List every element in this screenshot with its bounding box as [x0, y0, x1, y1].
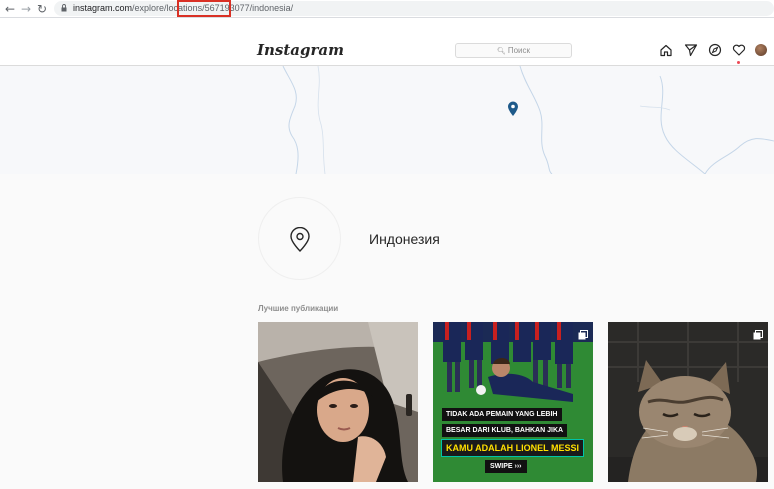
browser-toolbar: ← → ↻ instagram.com/explore/locations/56…	[0, 0, 774, 18]
search-input[interactable]: 🔍︎ Поиск	[455, 43, 572, 58]
multi-post-icon	[753, 327, 763, 340]
post-caption-line-2: BESAR DARI KLUB, BAHKAN JIKA	[442, 424, 568, 437]
avatar[interactable]	[755, 44, 767, 56]
location-name: Индонезия	[369, 231, 440, 247]
selfie-photo	[258, 322, 418, 482]
arrow-left-icon[interactable]: ←	[3, 2, 17, 16]
multi-post-icon	[578, 327, 588, 340]
map-pin-icon[interactable]	[507, 101, 519, 117]
address-bar[interactable]: instagram.com/explore/locations/56719307…	[54, 1, 774, 16]
swipe-label: SWIPE ›››	[485, 460, 527, 473]
post-tile-3[interactable]	[608, 322, 768, 482]
cat-photo	[608, 322, 768, 482]
post-tile-1[interactable]	[258, 322, 418, 482]
top-posts-title: Лучшие публикации	[258, 304, 339, 313]
direct-icon[interactable]	[684, 43, 698, 57]
search-icon: 🔍︎	[496, 48, 506, 55]
explore-icon[interactable]	[708, 43, 722, 57]
instagram-header: Instagram 🔍︎ Поиск	[0, 36, 774, 66]
search-placeholder: Поиск	[507, 46, 531, 55]
arrow-right-icon[interactable]: →	[19, 2, 33, 16]
location-pin-icon	[290, 227, 310, 252]
location-icon-circle	[258, 197, 341, 280]
tab-strip-spacer	[0, 18, 774, 36]
lock-icon	[61, 4, 67, 12]
notification-dot	[737, 61, 740, 64]
url-highlight-box	[177, 0, 231, 17]
football-photo	[433, 322, 593, 482]
heart-icon[interactable]	[732, 43, 746, 57]
home-icon[interactable]	[659, 43, 673, 57]
instagram-logo[interactable]: Instagram	[257, 41, 344, 59]
map-borders	[282, 66, 774, 174]
post-tile-2[interactable]: TIDAK ADA PEMAIN YANG LEBIH BESAR DARI K…	[433, 322, 593, 482]
url-domain: instagram.com	[73, 3, 133, 13]
post-caption-line-1: TIDAK ADA PEMAIN YANG LEBIH	[442, 408, 562, 421]
location-map[interactable]	[0, 66, 774, 174]
post-caption-line-3: KAMU ADALAH LIONEL MESSI	[441, 439, 585, 457]
reload-icon[interactable]: ↻	[35, 2, 49, 16]
